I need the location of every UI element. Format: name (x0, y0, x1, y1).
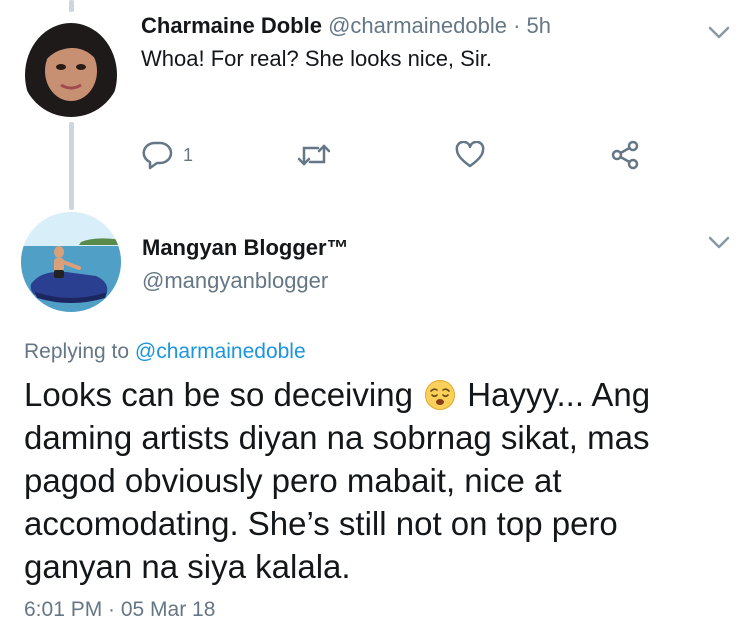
thread-line (69, 122, 74, 210)
author-name[interactable]: Mangyan Blogger™ (142, 235, 349, 261)
reply-button[interactable]: 1 (141, 140, 193, 170)
thread-line-top (69, 0, 74, 12)
author-name[interactable]: Charmaine Doble (141, 13, 322, 38)
chevron-down-icon[interactable] (708, 26, 730, 40)
replying-to-label: Replying to (24, 340, 130, 363)
reply-icon (142, 141, 173, 170)
replying-to: Replying to @charmainedoble (24, 340, 306, 364)
dot-separator: · (513, 13, 521, 38)
weary-face-emoji-icon (424, 378, 456, 410)
parent-tweet-text: Whoa! For real? She looks nice, Sir. (141, 46, 492, 71)
reply-count: 1 (183, 144, 194, 165)
parent-tweet-header: Charmaine Doble @charmainedoble · 5h (141, 13, 551, 39)
like-button[interactable] (455, 141, 485, 169)
tweet-age[interactable]: 5h (527, 13, 551, 38)
retweet-icon (297, 144, 331, 166)
share-icon (611, 140, 639, 170)
author-handle[interactable]: @mangyanblogger (142, 268, 328, 294)
tweet-timestamp[interactable]: 6:01 PM · 05 Mar 18 (24, 598, 215, 622)
replying-to-link[interactable]: @charmainedoble (135, 340, 306, 363)
avatar-charmaine[interactable] (21, 17, 121, 117)
tweet-body: Looks can be so deceiving Hayyy... Ang d… (24, 373, 724, 588)
share-button[interactable] (610, 140, 640, 170)
chevron-down-icon[interactable] (708, 236, 730, 250)
retweet-button[interactable] (296, 142, 332, 168)
tweet-text-part1: Looks can be so deceiving (24, 376, 413, 413)
avatar-mangyan[interactable] (21, 212, 121, 312)
author-handle[interactable]: @charmainedoble (328, 13, 507, 38)
heart-icon (455, 141, 485, 168)
